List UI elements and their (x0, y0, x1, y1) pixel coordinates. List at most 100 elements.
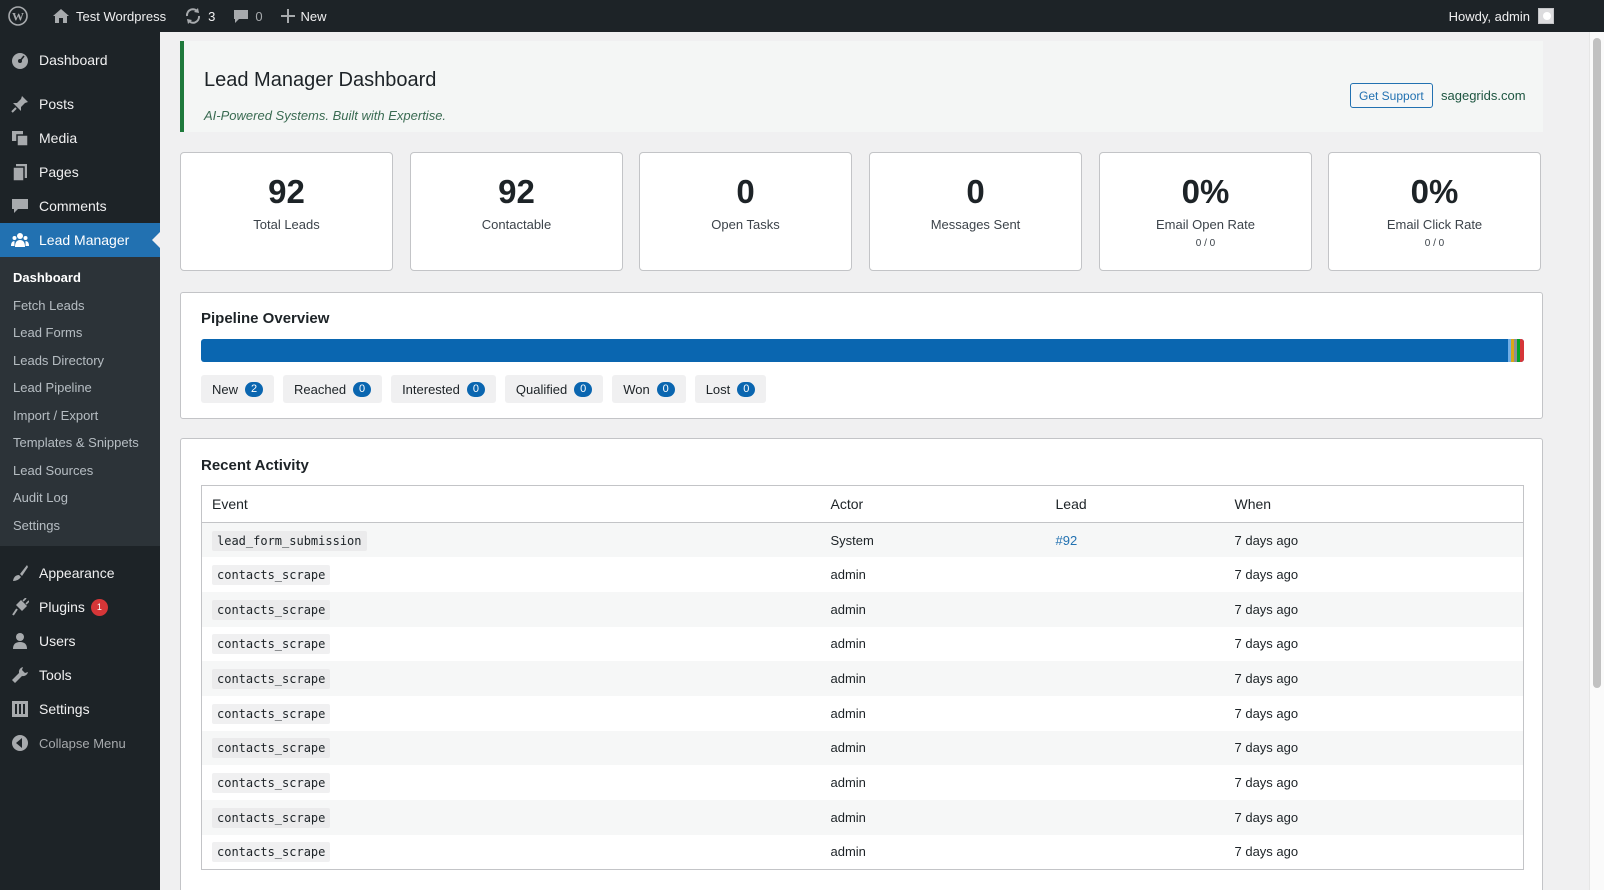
comments-count: 0 (255, 8, 263, 24)
submenu-import-export[interactable]: Import / Export (0, 402, 160, 430)
stage-chip-lost[interactable]: Lost 0 (694, 375, 767, 403)
menu-users[interactable]: Users (0, 624, 160, 658)
home-icon (52, 8, 70, 24)
lead-cell (1046, 800, 1225, 835)
pages-icon (10, 162, 30, 182)
admin-menu: Dashboard Posts Media Pages Comments Lea… (0, 32, 160, 890)
wrench-icon (10, 665, 30, 685)
page-title: Lead Manager Dashboard (204, 69, 437, 91)
table-row: contacts_scrape admin 7 days ago (202, 835, 1524, 870)
submenu-templates-snippets[interactable]: Templates & Snippets (0, 429, 160, 457)
get-support-button[interactable]: Get Support (1350, 83, 1433, 108)
stage-count: 0 (574, 381, 593, 397)
event-code: contacts_scrape (212, 807, 331, 828)
submenu-dashboard[interactable]: Dashboard (0, 264, 160, 292)
table-header-row: Event Actor Lead When (201, 485, 1524, 523)
when-cell: 7 days ago (1234, 740, 1299, 756)
column-header-when: When (1224, 485, 1524, 523)
menu-label: Posts (39, 96, 75, 112)
svg-text:W: W (12, 10, 24, 24)
stage-count: 0 (737, 381, 756, 397)
pipeline-bar (201, 339, 1524, 362)
stat-value: 0 (966, 173, 985, 210)
groups-icon (10, 230, 30, 250)
menu-lead-manager[interactable]: Lead Manager (0, 223, 160, 257)
when-cell: 7 days ago (1234, 844, 1299, 860)
menu-label: Users (39, 633, 76, 649)
stage-label: Lost (705, 381, 731, 397)
when-cell: 7 days ago (1234, 532, 1299, 548)
table-row: contacts_scrape admin 7 days ago (202, 765, 1524, 800)
event-cell: contacts_scrape (202, 557, 821, 592)
event-cell: contacts_scrape (202, 835, 821, 870)
when-cell: 7 days ago (1234, 636, 1299, 652)
stage-chip-won[interactable]: Won 0 (612, 375, 686, 403)
stage-chip-reached[interactable]: Reached 0 (283, 375, 383, 403)
submenu-fetch-leads[interactable]: Fetch Leads (0, 292, 160, 320)
menu-appearance[interactable]: Appearance (0, 556, 160, 590)
stat-label: Email Click Rate (1386, 217, 1483, 232)
collapse-menu-button[interactable]: Collapse Menu (0, 726, 160, 760)
menu-posts[interactable]: Posts (0, 87, 160, 121)
dashboard-icon (10, 50, 30, 70)
actor-cell: admin (830, 601, 866, 617)
submenu-settings[interactable]: Settings (0, 512, 160, 540)
updates-count: 3 (208, 8, 216, 24)
lead-cell (1046, 835, 1225, 870)
table-row: contacts_scrape admin 7 days ago (202, 627, 1524, 662)
stage-count: 0 (353, 381, 372, 397)
actor-cell: admin (830, 740, 866, 756)
event-code: contacts_scrape (212, 738, 331, 759)
submenu-lead-pipeline[interactable]: Lead Pipeline (0, 374, 160, 402)
new-label: New (300, 8, 327, 24)
when-cell: 7 days ago (1234, 809, 1299, 825)
comments-link[interactable]: 0 (224, 0, 271, 32)
site-link[interactable]: sagegrids.com (1441, 88, 1526, 103)
site-name-link[interactable]: Test Wordpress (43, 0, 175, 32)
menu-media[interactable]: Media (0, 121, 160, 155)
updates-link[interactable]: 3 (175, 0, 224, 32)
lead-link[interactable]: #92 (1056, 533, 1078, 548)
stat-value: 0 (736, 173, 755, 210)
table-row: contacts_scrape admin 7 days ago (201, 730, 1524, 766)
lead-cell: #92 (1046, 523, 1225, 558)
menu-dashboard[interactable]: Dashboard (0, 43, 160, 77)
menu-label: Media (39, 130, 78, 146)
stage-chip-qualified[interactable]: Qualified 0 (504, 375, 604, 403)
submenu-audit-log[interactable]: Audit Log (0, 484, 160, 512)
wordpress-logo-button[interactable]: W (0, 0, 43, 32)
submenu-lead-forms[interactable]: Lead Forms (0, 319, 160, 347)
actor-cell: admin (830, 567, 866, 583)
menu-comments[interactable]: Comments (0, 189, 160, 223)
stat-value: 0% (1181, 173, 1230, 210)
stat-value: 92 (268, 173, 305, 210)
stat-label: Total Leads (253, 217, 320, 232)
recent-activity-title: Recent Activity (201, 457, 309, 474)
stage-chip-new[interactable]: New 2 (201, 375, 275, 403)
when-cell: 7 days ago (1234, 775, 1299, 791)
when-cell: 7 days ago (1234, 601, 1299, 617)
event-code: contacts_scrape (212, 634, 331, 655)
lead-cell (1046, 696, 1225, 731)
menu-plugins[interactable]: Plugins 1 (0, 590, 160, 624)
lead-cell (1046, 765, 1225, 800)
menu-pages[interactable]: Pages (0, 155, 160, 189)
my-account-link[interactable]: Howdy, admin (1449, 0, 1604, 32)
stat-sub: 0 / 0 (1195, 238, 1216, 249)
comment-bubble-icon (233, 8, 249, 24)
stat-label: Open Tasks (711, 217, 780, 232)
menu-label: Appearance (39, 565, 115, 581)
menu-settings[interactable]: Settings (0, 692, 160, 726)
stat-card-open-tasks: 0 Open Tasks (639, 152, 852, 271)
page-scrollbar-thumb[interactable] (1593, 38, 1601, 688)
event-code: contacts_scrape (212, 773, 331, 794)
stage-chip-interested[interactable]: Interested 0 (391, 375, 496, 403)
new-content-link[interactable]: New (272, 0, 336, 32)
pipeline-title: Pipeline Overview (201, 310, 330, 327)
media-icon (10, 128, 30, 148)
submenu-leads-directory[interactable]: Leads Directory (0, 347, 160, 375)
menu-tools[interactable]: Tools (0, 658, 160, 692)
menu-label: Tools (39, 667, 72, 683)
submenu-lead-sources[interactable]: Lead Sources (0, 457, 160, 485)
actor-cell: admin (830, 844, 866, 860)
